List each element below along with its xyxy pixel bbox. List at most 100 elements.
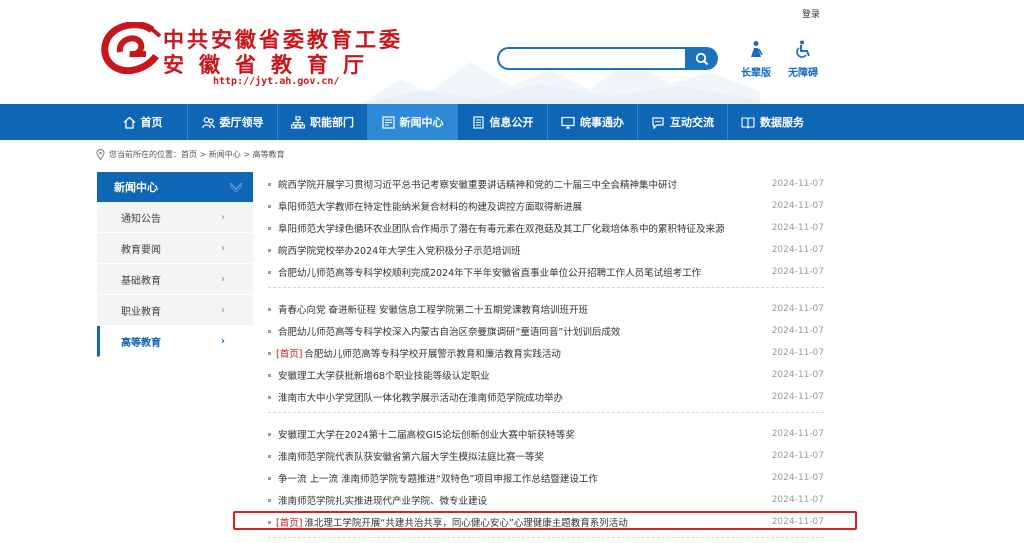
sidebar: 新闻中心 通知公告 › 教育要闻 › 基础教育 › 职业教育 › 高等教育 › [97, 172, 253, 357]
news-item[interactable]: 合肥幼儿师范高等专科学校顺利完成2024年下半年安徽省直事业单位公开招聘工作人员… [268, 261, 824, 283]
news-title[interactable]: 皖西学院党校举办2024年大学生入党积极分子示范培训班 [278, 243, 521, 257]
nav-info-disclosure[interactable]: 信息公开 [458, 104, 547, 140]
news-item[interactable]: 皖西学院开展学习贯彻习近平总书记考察安徽重要讲话精神和党的二十届三中全会精神集中… [268, 173, 824, 195]
news-date: 2024-11-07 [771, 370, 824, 380]
nav-home[interactable]: 首页 [98, 104, 187, 140]
sidebar-item-higher-education[interactable]: 高等教育 › [97, 326, 253, 357]
news-list: 皖西学院开展学习贯彻习近平总书记考察安徽重要讲话精神和党的二十届三中全会精神集中… [268, 173, 824, 543]
news-title[interactable]: 安徽理工大学在2024第十二届高校GIS论坛创新创业大赛中斩获特等奖 [278, 427, 575, 441]
nav-label: 皖事通办 [580, 116, 624, 129]
news-date: 2024-11-07 [771, 179, 824, 189]
login-link[interactable]: 登录 [802, 7, 820, 20]
news-item[interactable]: 青春心向党 奋进新征程 安徽信息工程学院第二十五期党课教育培训班开班 2024-1… [268, 298, 824, 320]
news-item[interactable]: 淮南市大中小学党团队一体化教学展示活动在淮南师范学院成功举办 2024-11-07 [268, 386, 824, 408]
nav-label: 互动交流 [670, 116, 714, 129]
news-item[interactable]: 淮南师范学院扎实推进现代产业学院、微专业建设 2024-11-07 [268, 489, 824, 511]
info-icon [472, 115, 484, 129]
chevron-down-icon [229, 182, 243, 192]
leaders-icon [201, 116, 215, 128]
news-date: 2024-11-07 [771, 451, 824, 461]
nav-label: 首页 [140, 116, 163, 129]
news-item[interactable]: 安徽理工大学在2024第十二届高校GIS论坛创新创业大赛中斩获特等奖 2024-1… [268, 423, 824, 445]
news-item[interactable]: 安徽理工大学获批新增68个职业技能等级认定职业 2024-11-07 [268, 364, 824, 386]
news-title[interactable]: 淮南师范学院扎实推进现代产业学院、微专业建设 [278, 493, 487, 507]
data-icon [741, 116, 755, 129]
sidebar-item-label: 基础教育 [121, 275, 161, 287]
news-date: 2024-11-07 [771, 304, 824, 314]
news-item[interactable]: [首页] 淮北理工学院开展“共建共治共享，同心健心安心”心理健康主题教育系列活动 2… [268, 511, 824, 533]
news-title[interactable]: 安徽理工大学获批新增68个职业技能等级认定职业 [278, 368, 490, 382]
news-item[interactable]: 合肥幼儿师范高等专科学校深入内蒙古自治区奈曼旗调研“童语同音”计划训后成效 202… [268, 320, 824, 342]
elder-mode-label: 长辈版 [741, 68, 771, 79]
search-button[interactable] [685, 47, 718, 70]
news-tag[interactable]: [首页] [276, 515, 302, 529]
news-item[interactable]: 阜阳师范大学教师在特定性能纳米复合材料的构建及调控方面取得新进展 2024-11-… [268, 195, 824, 217]
elder-mode-button[interactable]: 长辈版 [736, 40, 776, 79]
breadcrumb-text[interactable]: 您当前所在的位置：首页 > 新闻中心 > 高等教育 [109, 149, 285, 160]
news-title[interactable]: 皖西学院开展学习贯彻习近平总书记考察安徽重要讲话精神和党的二十届三中全会精神集中… [278, 177, 677, 191]
nav-departments[interactable]: 职能部门 [278, 104, 367, 140]
nav-data-service[interactable]: 数据服务 [728, 104, 817, 140]
news-date: 2024-11-07 [771, 392, 824, 402]
news-title[interactable]: 争一流 上一流 淮南师范学院专题推进“双特色”项目申报工作总结暨建设工作 [278, 471, 598, 485]
news-title[interactable]: 合肥幼儿师范高等专科学校顺利完成2024年下半年安徽省直事业单位公开招聘工作人员… [278, 265, 701, 279]
chevron-right-icon: › [221, 211, 225, 223]
news-item[interactable]: 皖西学院党校举办2024年大学生入党积极分子示范培训班 2024-11-07 [268, 239, 824, 261]
elder-icon [751, 41, 763, 57]
nav-label: 委厅领导 [219, 116, 264, 129]
nav-online-service[interactable]: 皖事通办 [548, 104, 637, 140]
news-title[interactable]: 淮北理工学院开展“共建共治共享，同心健心安心”心理健康主题教育系列活动 [304, 515, 627, 529]
nav-leaders[interactable]: 委厅领导 [188, 104, 277, 140]
news-date: 2024-11-07 [771, 223, 824, 233]
news-group: 安徽理工大学在2024第十二届高校GIS论坛创新创业大赛中斩获特等奖 2024-1… [268, 423, 824, 538]
chevron-right-icon: › [220, 335, 225, 347]
nav-news-center[interactable]: 新闻中心 [368, 104, 457, 140]
service-icon [561, 116, 575, 129]
chat-icon [652, 116, 664, 129]
site-url: http://jyt.ah.gov.cn/ [213, 76, 340, 87]
news-date: 2024-11-07 [771, 326, 824, 336]
news-title[interactable]: 阜阳师范大学绿色循环农业团队合作揭示了潜在有毒元素在双孢菇及其工厂化栽培体系中的… [278, 221, 725, 235]
news-title[interactable]: 淮南市大中小学党团队一体化教学展示活动在淮南师范学院成功举办 [278, 390, 563, 404]
news-title[interactable]: 合肥幼儿师范高等专科学校开展警示教育和廉洁教育实践活动 [304, 346, 561, 360]
news-date: 2024-11-07 [771, 348, 824, 358]
news-title[interactable]: 合肥幼儿师范高等专科学校深入内蒙古自治区奈曼旗调研“童语同音”计划训后成效 [278, 324, 620, 338]
news-item[interactable]: [首页] 合肥幼儿师范高等专科学校开展警示教育和廉洁教育实践活动 2024-11-0… [268, 342, 824, 364]
location-pin-icon [96, 149, 105, 160]
site-title-line2: 安徽省教育厅 [163, 52, 379, 77]
page-root: 登录 中共安徽省委教育工委 安徽省教育厅 http://jyt.ah.gov.c… [0, 0, 1024, 543]
news-item[interactable]: 淮南师范学院代表队获安徽省第六届大学生模拟法庭比赛一等奖 2024-11-07 [268, 445, 824, 467]
chevron-right-icon: › [221, 273, 225, 285]
sidebar-item-label: 通知公告 [121, 213, 161, 225]
news-date: 2024-11-07 [771, 201, 824, 211]
news-item[interactable]: 争一流 上一流 淮南师范学院专题推进“双特色”项目申报工作总结暨建设工作 2024… [268, 467, 824, 489]
news-date: 2024-11-07 [771, 245, 824, 255]
sidebar-item-vocational-education[interactable]: 职业教育 › [97, 295, 253, 326]
sidebar-item-label: 职业教育 [121, 306, 161, 318]
news-date: 2024-11-07 [771, 517, 824, 527]
search-input[interactable] [497, 47, 687, 70]
sidebar-item-education-news[interactable]: 教育要闻 › [97, 233, 253, 264]
chevron-right-icon: › [221, 304, 225, 316]
news-date: 2024-11-07 [771, 473, 824, 483]
sidebar-header: 新闻中心 [97, 172, 253, 202]
news-tag[interactable]: [首页] [276, 346, 302, 360]
sidebar-item-label: 教育要闻 [121, 244, 161, 256]
nav-label: 信息公开 [489, 116, 534, 129]
accessibility-label: 无障碍 [788, 68, 818, 79]
news-title[interactable]: 青春心向党 奋进新征程 安徽信息工程学院第二十五期党课教育培训班开班 [278, 302, 588, 316]
sidebar-item-basic-education[interactable]: 基础教育 › [97, 264, 253, 295]
news-date: 2024-11-07 [771, 495, 824, 505]
news-group: 青春心向党 奋进新征程 安徽信息工程学院第二十五期党课教育培训班开班 2024-1… [268, 298, 824, 413]
news-title[interactable]: 阜阳师范大学教师在特定性能纳米复合材料的构建及调控方面取得新进展 [278, 199, 582, 213]
news-title[interactable]: 淮南师范学院代表队获安徽省第六届大学生模拟法庭比赛一等奖 [278, 449, 544, 463]
sidebar-item-notices[interactable]: 通知公告 › [97, 202, 253, 233]
site-header: 登录 中共安徽省委教育工委 安徽省教育厅 http://jyt.ah.gov.c… [0, 0, 1024, 104]
nav-label: 职能部门 [310, 116, 354, 129]
nav-label: 数据服务 [760, 116, 804, 129]
search-icon [695, 52, 708, 65]
accessibility-button[interactable]: 无障碍 [783, 40, 823, 79]
nav-interaction[interactable]: 互动交流 [638, 104, 727, 140]
news-date: 2024-11-07 [771, 267, 824, 277]
news-item[interactable]: 阜阳师范大学绿色循环农业团队合作揭示了潜在有毒元素在双孢菇及其工厂化栽培体系中的… [268, 217, 824, 239]
